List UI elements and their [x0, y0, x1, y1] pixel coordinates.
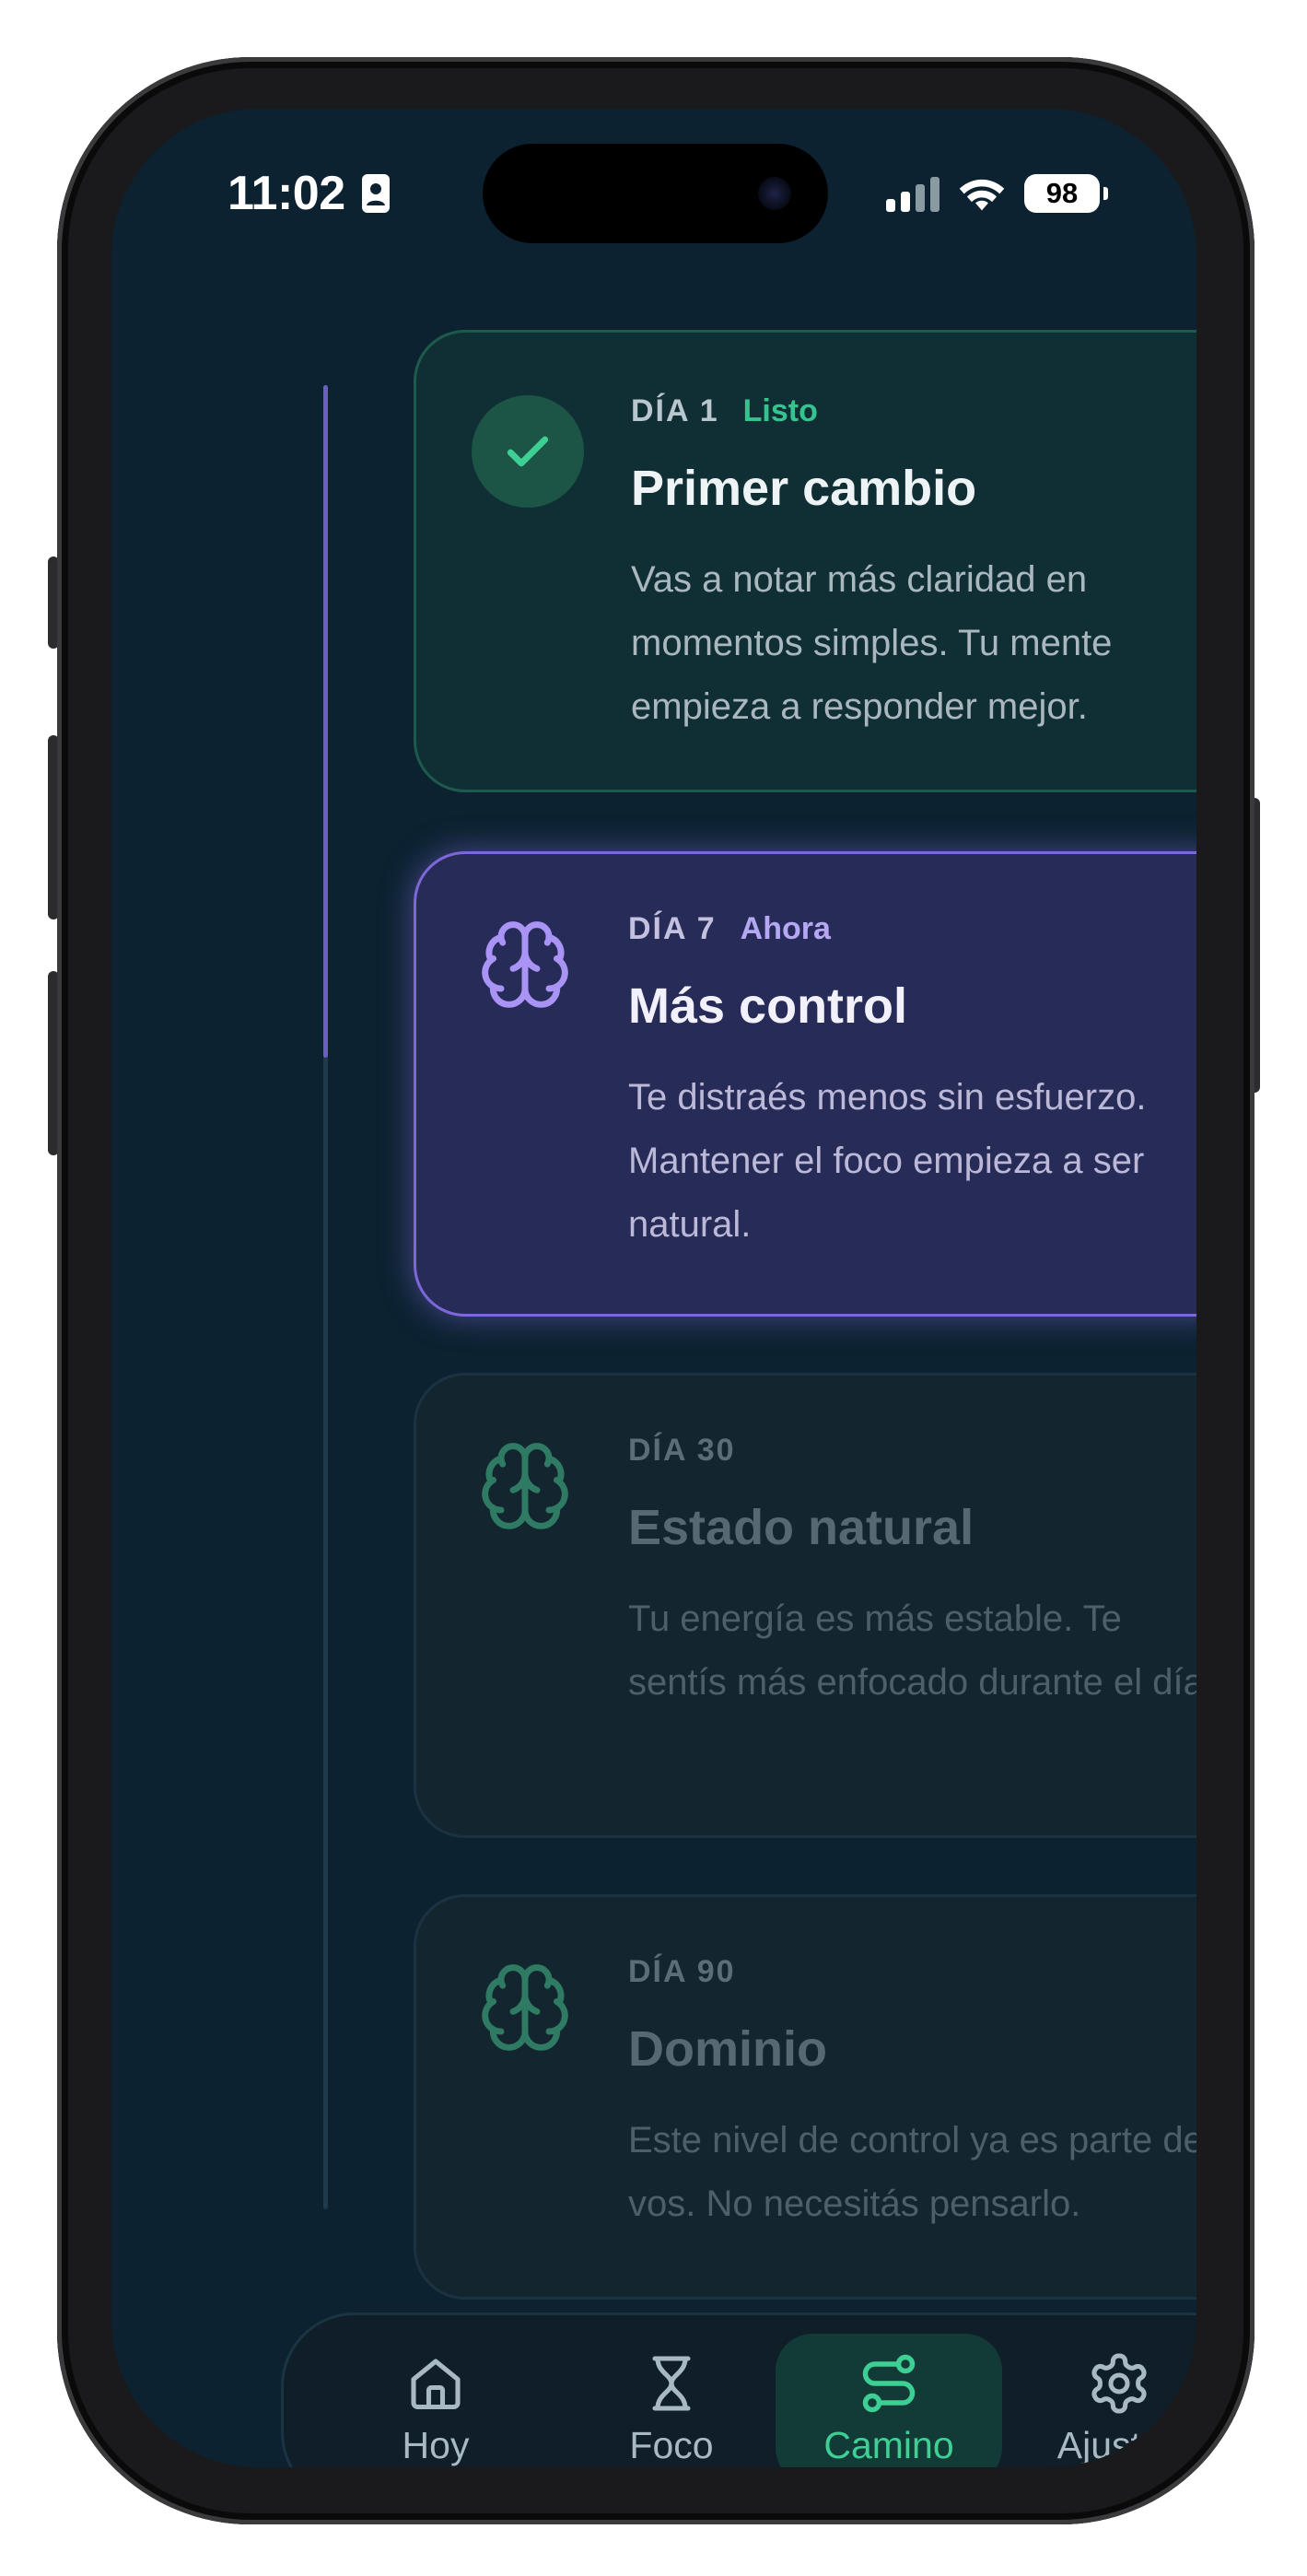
tab-bar: Hoy Foco Camino Ajustes [281, 2313, 1196, 2467]
milestone-title: Más control [628, 978, 908, 1034]
cellular-signal-icon [886, 175, 939, 212]
milestone-description: Te distraés menos sin esfuerzo. Mantener… [628, 1077, 1147, 1245]
milestone-meta: DÍA 7 Ahora [628, 911, 831, 947]
gear-icon [1091, 2353, 1147, 2414]
hourglass-icon [652, 2356, 691, 2411]
timeline-progress [323, 385, 328, 1058]
milestone-description: Vas a notar más claridad en momentos sim… [631, 559, 1113, 727]
milestone-title: Dominio [628, 2021, 827, 2077]
brain-icon [482, 1443, 568, 1529]
tab-hoy[interactable]: Hoy [322, 2334, 549, 2467]
route-icon [862, 2354, 916, 2413]
tab-label: Hoy [402, 2424, 470, 2466]
milestone-meta: DÍA 90 [628, 1954, 736, 1990]
home-icon [411, 2359, 461, 2410]
tab-foco[interactable]: Foco [558, 2334, 785, 2467]
contact-card-icon [361, 174, 390, 213]
milestone-card-day-30[interactable]: DÍA 30 Estado natural Tu energía es más … [414, 1373, 1196, 1838]
screen: DÍA 1 Listo Primer cambio Vas a notar má… [111, 109, 1196, 2467]
tab-camino[interactable]: Camino [776, 2334, 1002, 2467]
milestone-title: Primer cambio [631, 461, 977, 516]
milestone-card-day-1[interactable]: DÍA 1 Listo Primer cambio Vas a notar má… [414, 330, 1196, 792]
milestone-status: Ahora [740, 911, 831, 946]
battery-indicator: 98 [1024, 174, 1100, 213]
time-text: 11:02 [228, 167, 345, 220]
milestone-meta: DÍA 30 [628, 1433, 736, 1469]
completed-badge [472, 395, 584, 508]
milestone-meta: DÍA 1 Listo [631, 393, 818, 429]
brain-icon [482, 921, 568, 1008]
brain-icon [482, 1964, 568, 2051]
milestone-title: Estado natural [628, 1500, 974, 1555]
wifi-icon [959, 179, 1005, 211]
checkmark-icon [507, 436, 549, 467]
milestone-card-day-7[interactable]: DÍA 7 Ahora Más control Te distraés meno… [414, 851, 1196, 1317]
milestone-day: DÍA 1 [631, 393, 719, 428]
battery-level: 98 [1045, 177, 1079, 209]
tab-label: Camino [823, 2424, 954, 2466]
milestone-status: Listo [742, 393, 818, 428]
camera-icon [758, 177, 791, 210]
milestone-day: DÍA 7 [628, 911, 717, 946]
status-time: 11:02 [228, 166, 390, 221]
tab-ajustes[interactable]: Ajustes [1006, 2334, 1196, 2467]
milestone-day: DÍA 90 [628, 1954, 736, 1989]
milestone-day: DÍA 30 [628, 1433, 736, 1468]
dynamic-island [483, 144, 828, 243]
milestone-description: Este nivel de control ya es parte de vos… [628, 2120, 1196, 2224]
milestone-card-day-90[interactable]: DÍA 90 Dominio Este nivel de control ya … [414, 1894, 1196, 2300]
milestone-description: Tu energía es más estable. Te sentís más… [628, 1598, 1196, 1703]
battery-tip [1103, 187, 1108, 200]
tab-label: Ajustes [1056, 2424, 1182, 2466]
status-icons: 98 [886, 170, 1108, 217]
tab-label: Foco [629, 2424, 714, 2466]
